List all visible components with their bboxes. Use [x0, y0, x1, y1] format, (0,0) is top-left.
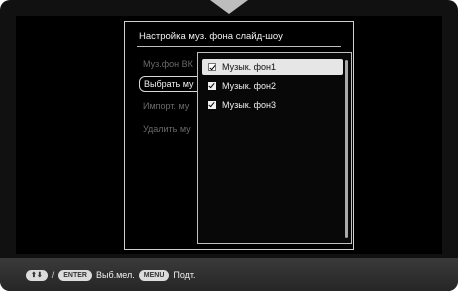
- dpad-up-down-icon: ⬆⬇: [26, 269, 48, 281]
- enter-action-label: Выб.мел.: [95, 270, 135, 280]
- submenu-item-label: Музык. фон1: [222, 62, 277, 72]
- submenu-item-label: Музык. фон3: [222, 100, 277, 110]
- enter-key-badge: ENTER: [58, 269, 92, 281]
- dialog-title: Настройка муз. фона слайд-шоу: [139, 31, 283, 42]
- checkbox-checked-icon[interactable]: [208, 63, 216, 71]
- submenu-item-label: Музык. фон2: [222, 81, 277, 91]
- submenu-scrollbar[interactable]: [345, 60, 348, 238]
- title-divider: [137, 46, 341, 47]
- checkbox-checked-icon[interactable]: [208, 82, 216, 90]
- menu-key-badge: MENU: [138, 269, 170, 281]
- submenu-item-music3[interactable]: Музык. фон3: [202, 97, 343, 113]
- menu-action-label: Подт.: [173, 270, 196, 280]
- device-frame: Настройка муз. фона слайд-шоу Муз.фон ВК…: [0, 0, 458, 291]
- submenu-item-music1[interactable]: Музык. фон1: [202, 59, 343, 75]
- submenu-item-music2[interactable]: Музык. фон2: [202, 78, 343, 94]
- bottom-hint-bar: ⬆⬇ / ENTER Выб.мел. MENU Подт.: [0, 258, 458, 291]
- hint-content: ⬆⬇ / ENTER Выб.мел. MENU Подт.: [26, 268, 196, 282]
- top-notch: [210, 0, 248, 14]
- checkbox-checked-icon[interactable]: [208, 101, 216, 109]
- music-submenu: Музык. фон1 Музык. фон2 Музык. фон3: [197, 52, 352, 244]
- hint-separator: /: [51, 270, 55, 280]
